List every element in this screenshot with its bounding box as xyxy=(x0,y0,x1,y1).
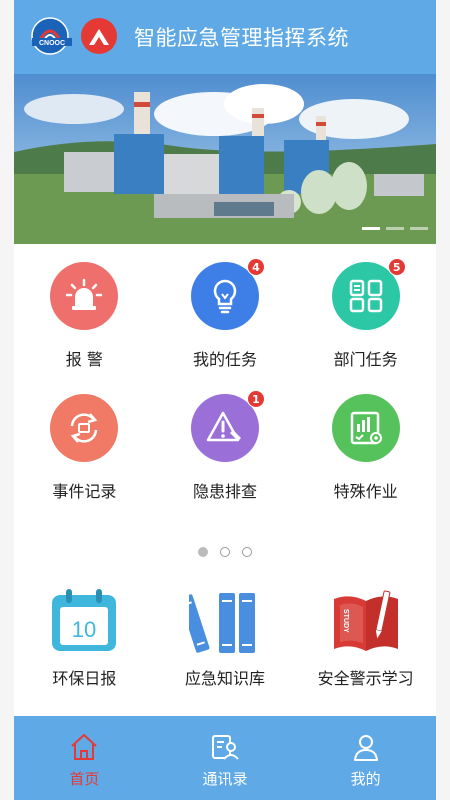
tile-label: 事件记录 xyxy=(52,482,117,501)
banner-dot[interactable] xyxy=(362,227,380,230)
special-work-icon xyxy=(331,394,400,462)
banner-dot[interactable] xyxy=(410,227,428,230)
tile-label: 部门任务 xyxy=(333,350,398,369)
app-screen: CNOOC 智能应急管理指挥系统 报 警 4 我的任务 5 部门任务 事件记录 … xyxy=(0,0,450,800)
task-badge: 4 xyxy=(246,258,265,276)
hazard-check-icon: 1 xyxy=(190,390,265,462)
books-icon xyxy=(188,587,262,655)
study-book-icon: STUDY xyxy=(329,587,403,655)
lightbulb-icon: 4 xyxy=(190,258,265,330)
tile-environment-daily[interactable]: 10 环保日报 xyxy=(14,585,155,695)
event-record-icon xyxy=(50,394,119,462)
tile-department-tasks[interactable]: 5 部门任务 xyxy=(295,258,436,390)
pager-dot[interactable] xyxy=(242,547,252,557)
tile-label: 我的任务 xyxy=(192,350,257,369)
contacts-icon xyxy=(212,735,239,760)
bottom-nav: 首页 通讯录 我的 xyxy=(14,716,436,800)
tile-label: 环保日报 xyxy=(52,669,117,688)
tile-safety-study[interactable]: STUDY 安全警示学习 xyxy=(295,585,436,695)
tile-knowledge-base[interactable]: 应急知识库 xyxy=(155,585,296,695)
home-icon xyxy=(71,734,98,760)
tile-label: 应急知识库 xyxy=(184,669,265,688)
nav-label: 首页 xyxy=(69,770,100,788)
department-tasks-icon: 5 xyxy=(331,258,406,330)
calendar-icon: 10 xyxy=(47,587,121,655)
tile-label: 特殊作业 xyxy=(333,482,398,501)
calendar-day: 10 xyxy=(72,617,96,642)
app-frame: CNOOC 智能应急管理指挥系统 报 警 4 我的任务 5 部门任务 事件记录 … xyxy=(14,0,436,800)
grid-pager xyxy=(14,547,436,557)
quick-grid: 10 环保日报 应急知识库 STUDY 安全警示学习 xyxy=(14,585,436,695)
nav-label: 我的 xyxy=(350,770,381,788)
nav-profile[interactable]: 我的 xyxy=(295,716,436,800)
pager-dot[interactable] xyxy=(220,547,230,557)
function-grid: 报 警 4 我的任务 5 部门任务 事件记录 1 隐患排查 特殊作业 xyxy=(14,258,436,522)
tile-my-tasks[interactable]: 4 我的任务 xyxy=(155,258,296,390)
nav-label: 通讯录 xyxy=(202,770,248,788)
alarm-icon xyxy=(50,262,119,330)
cnooc-logo-text: CNOOC xyxy=(39,40,65,47)
tile-hazard-check[interactable]: 1 隐患排查 xyxy=(155,390,296,522)
company-logo xyxy=(80,17,118,55)
header-bar: CNOOC 智能应急管理指挥系统 xyxy=(14,0,436,74)
banner-dot[interactable] xyxy=(386,227,404,230)
tile-label: 隐患排查 xyxy=(192,482,257,501)
tile-label: 安全警示学习 xyxy=(317,669,414,688)
app-title: 智能应急管理指挥系统 xyxy=(134,26,349,50)
tile-label: 报 警 xyxy=(65,350,103,369)
tile-alarm[interactable]: 报 警 xyxy=(14,258,155,390)
task-badge: 1 xyxy=(246,390,265,408)
nav-contacts[interactable]: 通讯录 xyxy=(155,716,296,800)
book-cover-text: STUDY xyxy=(342,609,349,633)
profile-icon xyxy=(353,735,378,761)
banner-carousel[interactable] xyxy=(14,74,436,244)
task-badge: 5 xyxy=(387,258,406,276)
tile-event-record[interactable]: 事件记录 xyxy=(14,390,155,522)
pager-dot[interactable] xyxy=(198,547,208,557)
nav-home[interactable]: 首页 xyxy=(14,716,155,800)
tile-special-work[interactable]: 特殊作业 xyxy=(295,390,436,522)
banner-indicator xyxy=(362,227,428,230)
cnooc-logo: CNOOC xyxy=(28,14,76,56)
power-plant-photo xyxy=(14,74,436,244)
